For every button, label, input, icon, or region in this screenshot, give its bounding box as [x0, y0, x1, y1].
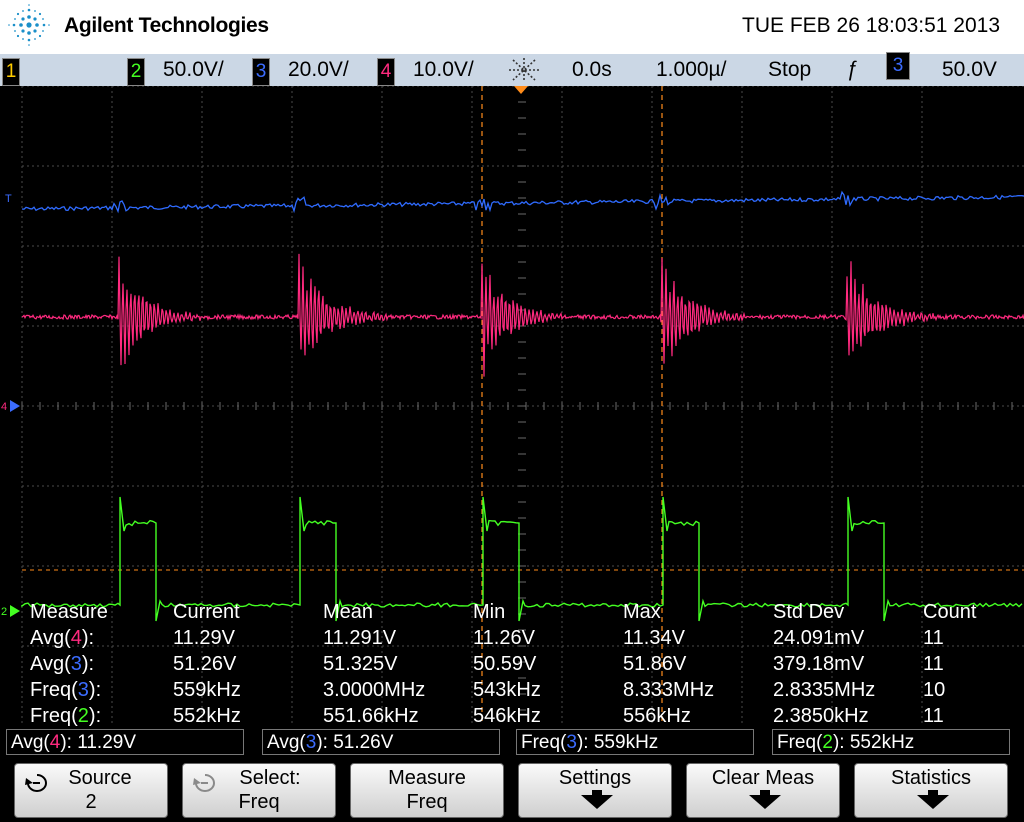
settings-softkey[interactable]: Settings	[518, 763, 672, 818]
horizontal-delay: 0.0s	[572, 58, 612, 81]
softkey-bar: Source 2 Select: Freq Measure Freq Setti…	[0, 760, 1024, 822]
measure-min: 11.26V	[473, 627, 535, 649]
trigger-position-icon	[514, 86, 528, 94]
trigger-level-indicator: T	[5, 193, 12, 205]
measure-count: 10	[923, 679, 946, 701]
trigger-edge-icon: ƒ	[846, 58, 858, 81]
date-time-readout: TUE FEB 26 18:03:51 2013	[742, 14, 1000, 37]
submenu-arrow-head-icon	[917, 795, 949, 809]
measure-min: 50.59V	[473, 653, 537, 675]
agilent-spark-logo-icon	[8, 4, 50, 46]
col-max: Max	[623, 601, 661, 623]
readout-freq-ch2: Freq(2): 552kHz	[772, 729, 1010, 755]
channel-3-indicator[interactable]: 3	[252, 58, 270, 86]
select-softkey[interactable]: Select: Freq	[182, 763, 336, 818]
measure-max: 11.34V	[623, 627, 685, 649]
submenu-arrow-head-icon	[749, 795, 781, 809]
col-min: Min	[473, 601, 506, 623]
channel-2-scale: 50.0V/	[163, 58, 224, 81]
submenu-arrow-head-icon	[581, 795, 613, 809]
readout-avg-ch4: Avg(4): 11.29V	[6, 729, 244, 755]
measure-label: Avg(3):	[30, 653, 95, 675]
col-current: Current	[173, 601, 240, 623]
clear-meas-softkey[interactable]: Clear Meas	[686, 763, 840, 818]
trigger-level: 50.0V	[942, 58, 997, 81]
measure-max: 51.86V	[623, 653, 687, 675]
channel-2-trace	[21, 496, 1023, 622]
measurement-readout-bar: Avg(4): 11.29V Avg(3): 51.26V Freq(3): 5…	[0, 726, 1024, 760]
measure-std: 379.18mV	[773, 653, 865, 675]
measure-count: 11	[923, 627, 944, 649]
measure-label: Freq(2):	[30, 705, 102, 727]
channel-4-ground-marker: 4	[1, 401, 7, 413]
measure-label: Avg(4):	[30, 627, 95, 649]
measure-label: Freq(3):	[30, 679, 102, 701]
measure-mean: 11.291V	[323, 627, 397, 649]
channel-status-bar: 1 2 50.0V/ 3 20.0V/ 4 10.0V/ 0.0s 1.000µ…	[0, 52, 1024, 86]
measure-current: 552kHz	[173, 705, 241, 727]
measure-max: 8.333MHz	[623, 679, 715, 701]
measure-softkey[interactable]: Measure Freq	[350, 763, 504, 818]
trigger-source-indicator[interactable]: 3	[886, 52, 910, 80]
measure-std: 24.091mV	[773, 627, 865, 649]
col-count: Count	[923, 601, 977, 623]
measure-current: 559kHz	[173, 679, 241, 701]
waveform-display[interactable]: T 4 2 Measure Current Mean Min Max Std D…	[0, 85, 1024, 727]
readout-freq-ch3: Freq(3): 559kHz	[516, 729, 754, 755]
measure-mean: 3.0000MHz	[323, 679, 426, 701]
measure-std: 2.8335MHz	[773, 679, 876, 701]
channel-2-indicator[interactable]: 2	[127, 58, 145, 86]
measure-max: 556kHz	[623, 705, 691, 727]
col-measure: Measure	[30, 601, 108, 623]
measure-current: 51.26V	[173, 653, 237, 675]
channel-2-ground-marker-icon	[10, 605, 20, 617]
delay-knob-icon	[509, 58, 539, 82]
timebase-scale: 1.000µ/	[656, 58, 727, 81]
channel-1-indicator[interactable]: 1	[2, 58, 20, 86]
readout-avg-ch3: Avg(3): 51.26V	[262, 729, 500, 755]
col-std-dev: Std Dev	[773, 601, 845, 623]
run-state: Stop	[768, 58, 812, 81]
channel-4-scale: 10.0V/	[413, 58, 474, 81]
channel-2-ground-marker: 2	[1, 606, 7, 618]
col-mean: Mean	[323, 601, 374, 623]
source-softkey[interactable]: Source 2	[14, 763, 168, 818]
header-bar: Agilent Technologies TUE FEB 26 18:03:51…	[0, 0, 1024, 54]
channel-3-ground-marker-icon	[10, 400, 20, 412]
channel-3-trace	[21, 190, 1024, 214]
measure-mean: 51.325V	[323, 653, 398, 675]
channel-4-indicator[interactable]: 4	[377, 58, 395, 86]
measure-count: 11	[923, 705, 944, 727]
measure-current: 11.29V	[173, 627, 235, 649]
measure-std: 2.3850kHz	[773, 705, 869, 727]
measure-min: 546kHz	[473, 705, 541, 727]
measure-min: 543kHz	[473, 679, 541, 701]
channel-3-scale: 20.0V/	[288, 58, 349, 81]
measure-mean: 551.66kHz	[323, 705, 419, 727]
brand-name: Agilent Technologies	[64, 14, 269, 37]
measure-count: 11	[923, 653, 944, 675]
statistics-softkey[interactable]: Statistics	[854, 763, 1008, 818]
graticule-center-ticks	[21, 85, 1013, 711]
